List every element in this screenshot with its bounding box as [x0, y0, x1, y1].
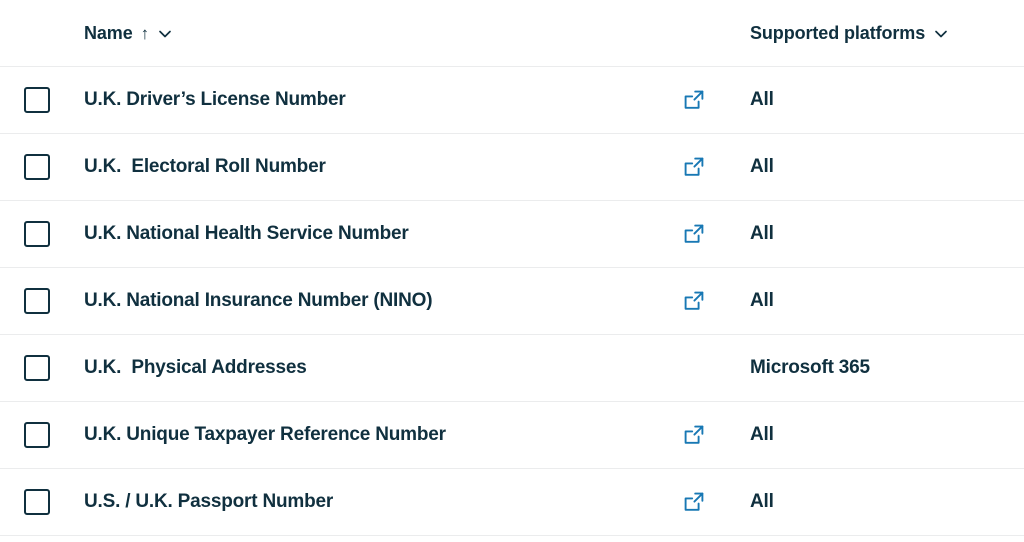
- row-platform-cell: All: [740, 424, 1024, 446]
- header-cell-name: Name ↑: [84, 23, 668, 44]
- row-link-cell: [668, 222, 740, 246]
- row-name-label: U.S. / U.K. Passport Number: [84, 491, 334, 512]
- table-row[interactable]: U.K. National Insurance Number (NINO) Al…: [0, 268, 1024, 335]
- row-platform-cell: All: [740, 223, 1024, 245]
- row-platform-label: All: [750, 89, 774, 110]
- table-header-row: Name ↑ Supported platforms: [0, 0, 1024, 67]
- external-link-icon[interactable]: [682, 155, 706, 179]
- row-checkbox[interactable]: [24, 154, 50, 180]
- table-row[interactable]: U.K. Driver’s License Number All: [0, 67, 1024, 134]
- platform-column-label: Supported platforms: [750, 22, 926, 43]
- row-checkbox[interactable]: [24, 87, 50, 113]
- row-platform-label: Microsoft 365: [750, 357, 870, 378]
- external-link-icon[interactable]: [682, 490, 706, 514]
- table-row[interactable]: U.K. Unique Taxpayer Reference Number Al…: [0, 402, 1024, 469]
- table-row[interactable]: U.K. Electoral Roll Number All: [0, 134, 1024, 201]
- row-link-cell: [668, 490, 740, 514]
- row-platform-cell: Microsoft 365: [740, 357, 1024, 379]
- table-row[interactable]: U.K. Physical Addresses Microsoft 365: [0, 335, 1024, 402]
- row-platform-label: All: [750, 491, 774, 512]
- row-select-cell: [0, 288, 84, 314]
- external-link-icon[interactable]: [682, 423, 706, 447]
- row-checkbox[interactable]: [24, 288, 50, 314]
- row-select-cell: [0, 87, 84, 113]
- row-checkbox[interactable]: [24, 489, 50, 515]
- row-platform-label: All: [750, 424, 774, 445]
- row-name-label: U.K. National Health Service Number: [84, 223, 409, 244]
- row-platform-label: All: [750, 290, 774, 311]
- row-link-cell: [668, 155, 740, 179]
- name-column-label: Name: [84, 22, 133, 43]
- row-select-cell: [0, 355, 84, 381]
- row-name-cell: U.K. National Insurance Number (NINO): [84, 290, 668, 312]
- row-platform-cell: All: [740, 290, 1024, 312]
- row-checkbox[interactable]: [24, 355, 50, 381]
- row-link-cell: [668, 356, 740, 380]
- external-link-icon[interactable]: [682, 222, 706, 246]
- table-row[interactable]: U.K. National Health Service Number All: [0, 201, 1024, 268]
- row-name-label: U.K. Unique Taxpayer Reference Number: [84, 424, 446, 445]
- row-name-cell: U.K. Unique Taxpayer Reference Number: [84, 424, 668, 446]
- row-link-cell: [668, 423, 740, 447]
- chevron-down-icon[interactable]: [157, 26, 173, 42]
- row-checkbox[interactable]: [24, 221, 50, 247]
- external-link-icon[interactable]: [682, 88, 706, 112]
- table-row[interactable]: U.S. / U.K. Passport Number All: [0, 469, 1024, 536]
- row-select-cell: [0, 422, 84, 448]
- row-platform-label: All: [750, 223, 774, 244]
- row-name-label: U.K. Electoral Roll Number: [84, 156, 326, 177]
- row-select-cell: [0, 221, 84, 247]
- header-cell-supported-platforms: Supported platforms: [740, 23, 1024, 44]
- row-platform-cell: All: [740, 491, 1024, 513]
- row-platform-cell: All: [740, 89, 1024, 111]
- chevron-down-icon[interactable]: [933, 26, 949, 42]
- row-platform-label: All: [750, 156, 774, 177]
- row-name-label: U.K. Physical Addresses: [84, 357, 307, 378]
- row-checkbox[interactable]: [24, 422, 50, 448]
- row-name-cell: U.K. National Health Service Number: [84, 223, 668, 245]
- row-name-label: U.K. National Insurance Number (NINO): [84, 290, 433, 311]
- sort-ascending-icon: ↑: [140, 23, 150, 43]
- row-name-cell: U.K. Electoral Roll Number: [84, 156, 668, 178]
- name-column-sort-control[interactable]: Name ↑: [84, 23, 173, 44]
- row-platform-cell: All: [740, 156, 1024, 178]
- row-link-cell: [668, 289, 740, 313]
- external-link-icon[interactable]: [682, 289, 706, 313]
- row-name-cell: U.K. Physical Addresses: [84, 357, 668, 379]
- row-select-cell: [0, 489, 84, 515]
- row-link-cell: [668, 88, 740, 112]
- row-name-cell: U.K. Driver’s License Number: [84, 89, 668, 111]
- row-name-cell: U.S. / U.K. Passport Number: [84, 491, 668, 513]
- row-name-label: U.K. Driver’s License Number: [84, 89, 346, 110]
- platform-column-filter-control[interactable]: Supported platforms: [750, 23, 949, 44]
- row-select-cell: [0, 154, 84, 180]
- sensitive-info-types-table: Name ↑ Supported platforms U.K. Driver’s…: [0, 0, 1024, 536]
